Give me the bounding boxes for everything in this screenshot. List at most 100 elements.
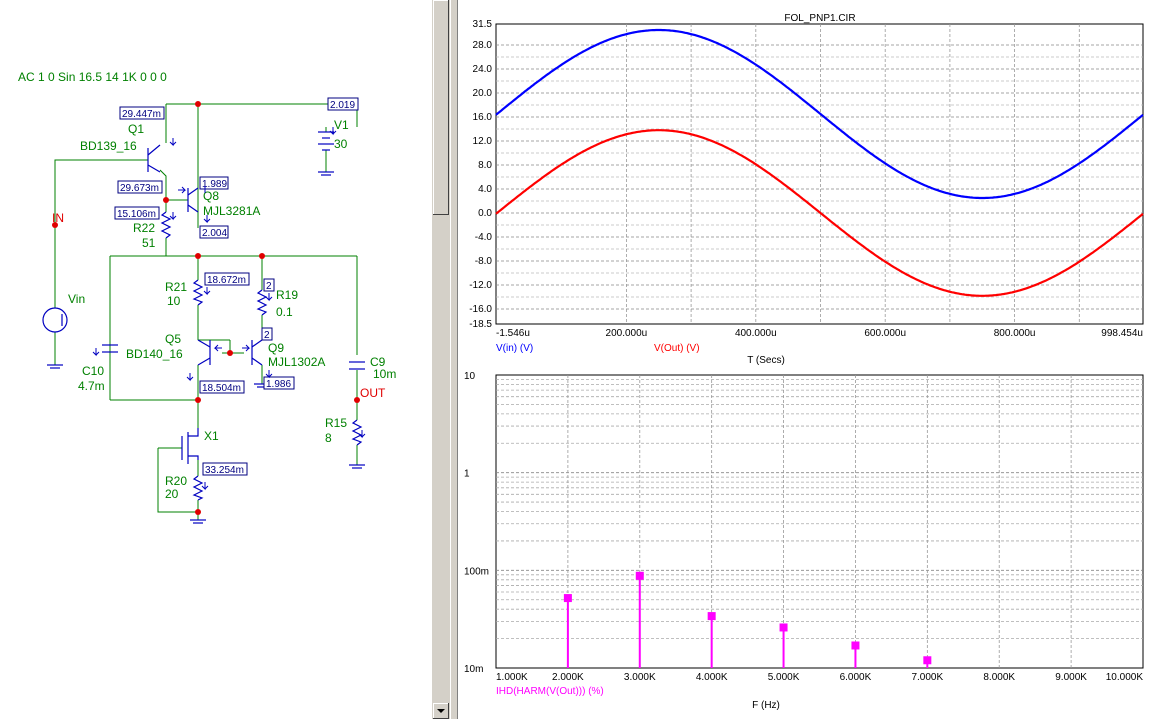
readout-q1-emitter: 29.673m <box>120 183 159 194</box>
harmonic-plot-frame <box>495 374 1144 669</box>
scrollbar-thumb[interactable] <box>433 0 449 215</box>
q1-name: Q1 <box>128 122 144 136</box>
transient-ytick-label: -18.5 <box>469 319 492 330</box>
readout-q1-collector: 29.447m <box>122 109 161 120</box>
harmonic-xtick-label: 8.000K <box>983 672 1015 683</box>
v1-name: V1 <box>334 118 349 132</box>
r19-name: R19 <box>276 288 298 302</box>
out-node-label: OUT <box>360 386 386 400</box>
harmonic-xtick-label: 1.000K <box>496 672 528 683</box>
harmonic-ytick-label: 10 <box>464 371 476 382</box>
transient-ytick-label: 16.0 <box>473 112 493 123</box>
transient-ytick-label: 12.0 <box>473 136 493 147</box>
harmonic-plot-grid <box>495 374 1144 669</box>
readout-x1-current: 33.254m <box>205 465 244 476</box>
harmonic-marker <box>635 571 644 580</box>
legend-vin[interactable]: V(in) (V) <box>496 343 533 354</box>
series-line-vinv <box>495 28 1144 200</box>
readout-q8-collector: 1.989 <box>202 179 227 190</box>
readout-r21-current: 18.672m <box>207 275 246 286</box>
c10-value: 4.7m <box>78 379 105 393</box>
transient-plot-xticks: -1.546u 200.000u 400.000u 600.000u 800.000u 9… <box>496 328 1143 339</box>
readout-q5-emitter: 18.504m <box>202 383 241 394</box>
transient-plot-grid <box>495 23 1144 325</box>
v1-value: 30 <box>334 137 348 151</box>
plot-window[interactable]: FOL_PNP1.CIR 31.5 28.0 24.0 20.0 16.0 12.0 8.0… <box>458 0 1155 719</box>
harmonic-ytick-label: 10m <box>464 664 483 675</box>
transient-ytick-label: 24.0 <box>473 64 493 75</box>
c10-name: C10 <box>82 364 104 378</box>
transient-plot-yticks: 31.5 28.0 24.0 20.0 16.0 12.0 8.0 4.0 0.0 -4.0 -8.… <box>469 19 492 330</box>
transient-ytick-label: -8.0 <box>475 256 493 267</box>
q9-model: MJL1302A <box>268 355 325 369</box>
r15-value: 8 <box>325 431 332 445</box>
readout-v1-current: 2.019 <box>330 100 355 111</box>
transient-xtick-label: 600.000u <box>864 328 906 339</box>
r22-value: 51 <box>142 236 156 250</box>
r20-name: R20 <box>165 474 187 488</box>
plot-canvas: FOL_PNP1.CIR 31.5 28.0 24.0 20.0 16.0 12.0 8.0… <box>464 13 1144 711</box>
readout-q9-emitter: 1.986 <box>266 379 291 390</box>
transient-ytick-label: 28.0 <box>473 40 493 51</box>
harmonic-marker <box>563 594 572 603</box>
transient-plot-series <box>495 28 1144 297</box>
harmonic-xtick-label: 4.000K <box>696 672 728 683</box>
harmonic-xtick-label: 2.000K <box>552 672 584 683</box>
q1-model: BD139_16 <box>80 139 137 153</box>
harmonic-xtick-label: 10.000K <box>1106 672 1144 683</box>
harmonic-ytick-label: 1 <box>464 469 470 480</box>
readout-r22-current: 15.106m <box>117 209 156 220</box>
r19-value: 0.1 <box>276 305 293 319</box>
harmonic-ytick-label: 100m <box>464 566 489 577</box>
transient-xtick-label: 400.000u <box>735 328 777 339</box>
harmonic-xtick-label: 9.000K <box>1055 672 1087 683</box>
wires <box>54 103 358 520</box>
r21-name: R21 <box>165 280 187 294</box>
q9-name: Q9 <box>268 341 284 355</box>
schematic-drawing: AC 1 0 Sin 16.5 14 1K 0 0 0 Q1 BD139_16 … <box>18 70 396 524</box>
transient-ytick-label: 4.0 <box>478 184 492 195</box>
harmonic-marker <box>707 612 716 621</box>
harmonic-xtick-label: 3.000K <box>624 672 656 683</box>
legend-ihd[interactable]: IHD(HARM(V(Out))) (%) <box>496 686 604 697</box>
schematic-vertical-scrollbar[interactable] <box>432 0 450 719</box>
harmonic-marker <box>851 641 860 650</box>
transient-xtick-label: 800.000u <box>994 328 1036 339</box>
q5-name: Q5 <box>165 332 181 346</box>
legend-vout[interactable]: V(Out) (V) <box>654 343 700 354</box>
q8-model: MJL3281A <box>203 204 260 218</box>
plot-title: FOL_PNP1.CIR <box>784 13 855 24</box>
harmonic-xtick-label: 5.000K <box>768 672 800 683</box>
x1-name: X1 <box>204 429 219 443</box>
pane-splitter[interactable] <box>450 0 458 719</box>
transient-ytick-label: 31.5 <box>473 19 493 30</box>
r22-name: R22 <box>133 221 155 235</box>
vin-name: Vin <box>68 292 85 306</box>
r15-name: R15 <box>325 416 347 430</box>
harmonic-plot-bars <box>563 571 932 668</box>
transient-xtick-label: -1.546u <box>496 328 530 339</box>
harmonic-xlabel: F (Hz) <box>752 700 780 711</box>
schematic-canvas[interactable]: AC 1 0 Sin 16.5 14 1K 0 0 0 Q1 BD139_16 … <box>0 0 432 719</box>
readout-r19-current: 2 <box>266 281 272 292</box>
harmonic-marker <box>779 623 788 632</box>
r20-value: 20 <box>165 487 179 501</box>
junction-dots <box>52 101 360 515</box>
readout-q9-base: 2 <box>264 330 270 341</box>
harmonic-xtick-label: 7.000K <box>911 672 943 683</box>
component-labels: Q1 BD139_16 Q8 MJL3281A R22 51 R21 10 R1… <box>68 118 396 501</box>
readouts: 29.447m 2.019 29.673m 1.989 15.106m 2.00… <box>114 97 359 476</box>
c9-value: 10m <box>373 367 396 381</box>
readout-q8-emitter: 2.004 <box>202 228 227 239</box>
transient-xlabel: T (Secs) <box>747 355 785 366</box>
r21-value: 10 <box>167 294 181 308</box>
transient-ytick-label: 8.0 <box>478 160 492 171</box>
transient-xtick-label: 200.000u <box>606 328 648 339</box>
transient-ytick-label: -4.0 <box>475 232 493 243</box>
scroll-down-arrow-icon[interactable] <box>433 703 449 719</box>
source-definition: AC 1 0 Sin 16.5 14 1K 0 0 0 <box>18 70 167 84</box>
harmonic-xtick-label: 6.000K <box>840 672 872 683</box>
transient-ytick-label: 20.0 <box>473 88 493 99</box>
transient-ytick-label: -16.0 <box>469 304 492 315</box>
q5-model: BD140_16 <box>126 347 183 361</box>
